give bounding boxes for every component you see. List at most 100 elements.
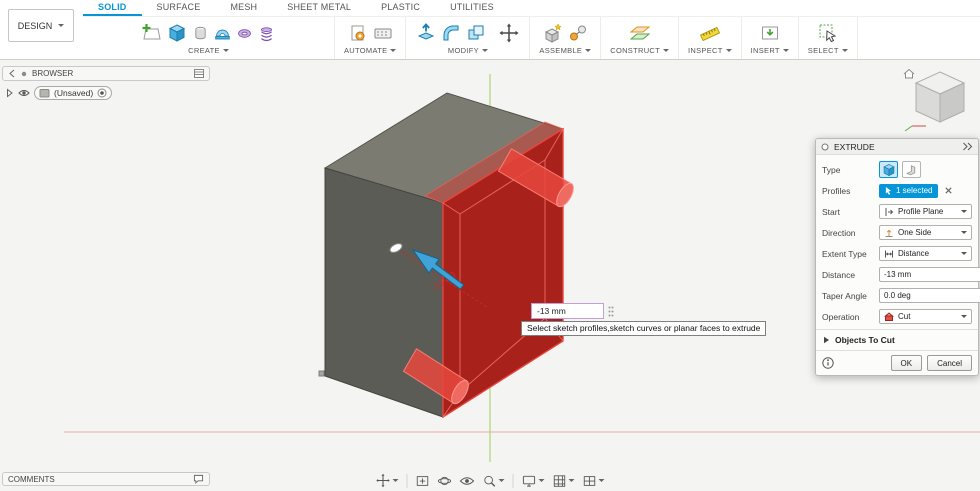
tab-plastic[interactable]: PLASTIC <box>366 0 435 16</box>
fit-tool[interactable] <box>416 474 430 488</box>
tab-solid[interactable]: SOLID <box>83 0 142 16</box>
scripts-addins-icon[interactable] <box>373 23 393 43</box>
pan-tool[interactable] <box>376 473 399 488</box>
automate-menu[interactable]: AUTOMATE <box>344 46 397 56</box>
viewports[interactable] <box>583 474 605 488</box>
dialog-footer: OK Cancel <box>816 350 978 375</box>
viewports-icon <box>583 475 596 486</box>
home-view-icon[interactable] <box>903 68 915 79</box>
cancel-button[interactable]: Cancel <box>927 355 972 371</box>
insert-icon[interactable] <box>760 23 780 43</box>
move-copy-icon[interactable] <box>499 23 519 43</box>
workspace-switcher[interactable]: DESIGN <box>8 9 74 42</box>
ribbon-tabs: SOLID SURFACE MESH SHEET METAL PLASTIC U… <box>83 0 980 17</box>
fillet-icon[interactable] <box>441 23 461 43</box>
collapse-panel-icon[interactable] <box>8 69 16 78</box>
construct-plane-icon[interactable] <box>629 23 650 43</box>
orbit-tool[interactable] <box>437 474 452 488</box>
type-extrude-button[interactable] <box>879 161 898 178</box>
dialog-options-icon[interactable] <box>821 143 829 151</box>
tab-utilities[interactable]: UTILITIES <box>435 0 509 16</box>
look-at-tool[interactable] <box>459 475 475 487</box>
measure-icon[interactable] <box>699 23 720 43</box>
construct-menu[interactable]: CONSTRUCT <box>610 46 670 56</box>
cylinder-primitive-icon[interactable] <box>192 25 209 42</box>
active-document-radio-icon[interactable] <box>97 88 107 98</box>
group-label: CREATE <box>188 46 220 55</box>
insert-menu[interactable]: INSERT <box>751 46 789 56</box>
taper-angle-label: Taper Angle <box>822 290 867 301</box>
direction-dropdown[interactable]: One Side <box>879 225 972 240</box>
start-label: Start <box>822 206 840 217</box>
expand-arrow-icon[interactable] <box>5 88 14 98</box>
profiles-selection-chip[interactable]: 1 selected <box>879 183 939 198</box>
select-icon[interactable] <box>818 23 838 43</box>
joint-icon[interactable] <box>568 23 588 43</box>
document-item[interactable]: (Unsaved) <box>34 86 113 100</box>
comments-bubble-icon[interactable] <box>193 474 204 484</box>
type-thin-extrude-button[interactable] <box>902 161 921 178</box>
group-label: AUTOMATE <box>344 46 388 55</box>
info-icon[interactable] <box>822 357 834 369</box>
start-value: Profile Plane <box>898 207 944 216</box>
dimension-input[interactable] <box>531 303 604 319</box>
combine-icon[interactable] <box>466 23 486 43</box>
comments-title: COMMENTS <box>8 474 55 484</box>
distance-input[interactable] <box>879 267 980 282</box>
dropdown-caret-icon <box>585 49 592 52</box>
coil-icon[interactable] <box>258 25 275 42</box>
fit-icon <box>416 475 429 486</box>
create-menu[interactable]: CREATE <box>188 46 229 56</box>
document-name: (Unsaved) <box>54 88 94 98</box>
document-icon <box>39 89 50 98</box>
clear-selection-icon[interactable] <box>944 186 953 195</box>
operation-dropdown[interactable]: Cut <box>879 309 972 324</box>
extrude-icon[interactable] <box>167 23 187 43</box>
ok-button[interactable]: OK <box>890 355 923 371</box>
dialog-title: EXTRUDE <box>834 141 875 152</box>
revolve-icon[interactable] <box>214 25 231 42</box>
extent-type-dropdown[interactable]: Distance <box>879 246 972 261</box>
extrude-dialog-header[interactable]: EXTRUDE <box>816 139 978 155</box>
start-dropdown[interactable]: Profile Plane <box>879 204 972 219</box>
display-settings[interactable] <box>522 474 545 488</box>
collapse-dialog-icon[interactable] <box>962 142 973 151</box>
torus-primitive-icon[interactable] <box>236 25 253 42</box>
extrude-dialog[interactable]: EXTRUDE Type Profiles 1 selected Start P… <box>815 138 980 376</box>
tab-label: SHEET METAL <box>287 2 352 12</box>
panel-menu-icon[interactable] <box>194 69 204 78</box>
modify-menu[interactable]: MODIFY <box>448 46 488 56</box>
create-sketch-icon[interactable] <box>142 23 162 43</box>
browser-panel[interactable]: BROWSER <box>2 66 210 81</box>
taper-angle-input[interactable] <box>879 288 980 303</box>
tab-sheet-metal[interactable]: SHEET METAL <box>272 0 366 16</box>
tab-label: SURFACE <box>156 2 201 12</box>
tab-mesh[interactable]: MESH <box>215 0 272 16</box>
zoom-tool[interactable] <box>483 474 505 488</box>
view-cube[interactable] <box>900 64 976 136</box>
one-side-icon <box>885 229 893 237</box>
dropdown-caret-icon <box>961 210 967 213</box>
assemble-menu[interactable]: ASSEMBLE <box>539 46 592 56</box>
group-label: MODIFY <box>447 46 479 55</box>
press-pull-icon[interactable] <box>416 23 436 43</box>
distance-row: Distance <box>822 264 980 285</box>
select-menu[interactable]: SELECT <box>808 46 848 56</box>
3d-canvas[interactable]: -13.00 BROWSER (Unsaved) -13 mm Select s… <box>0 60 980 491</box>
sketch-point[interactable] <box>318 370 325 377</box>
grid-snaps[interactable] <box>553 474 575 488</box>
comments-panel[interactable]: COMMENTS <box>2 472 210 486</box>
objects-to-cut-section[interactable]: Objects To Cut <box>816 329 978 350</box>
configure-icon[interactable] <box>348 23 368 43</box>
new-component-icon[interactable] <box>543 23 563 43</box>
dropdown-caret-icon <box>725 49 732 52</box>
tab-surface[interactable]: SURFACE <box>142 0 216 16</box>
ribbon-toolbar: CREATE AUTOMATE MODIFY ASSEMBLE CONSTRUC… <box>83 17 980 59</box>
extent-type-row: Extent Type Distance <box>822 243 972 264</box>
grid-icon <box>553 474 566 487</box>
browser-root-item[interactable]: (Unsaved) <box>5 86 113 100</box>
toolbar-group-inspect: INSPECT <box>679 17 742 59</box>
drag-handle-icon[interactable] <box>607 305 615 318</box>
visibility-eye-icon[interactable] <box>18 88 30 98</box>
inspect-menu[interactable]: INSPECT <box>688 46 732 56</box>
